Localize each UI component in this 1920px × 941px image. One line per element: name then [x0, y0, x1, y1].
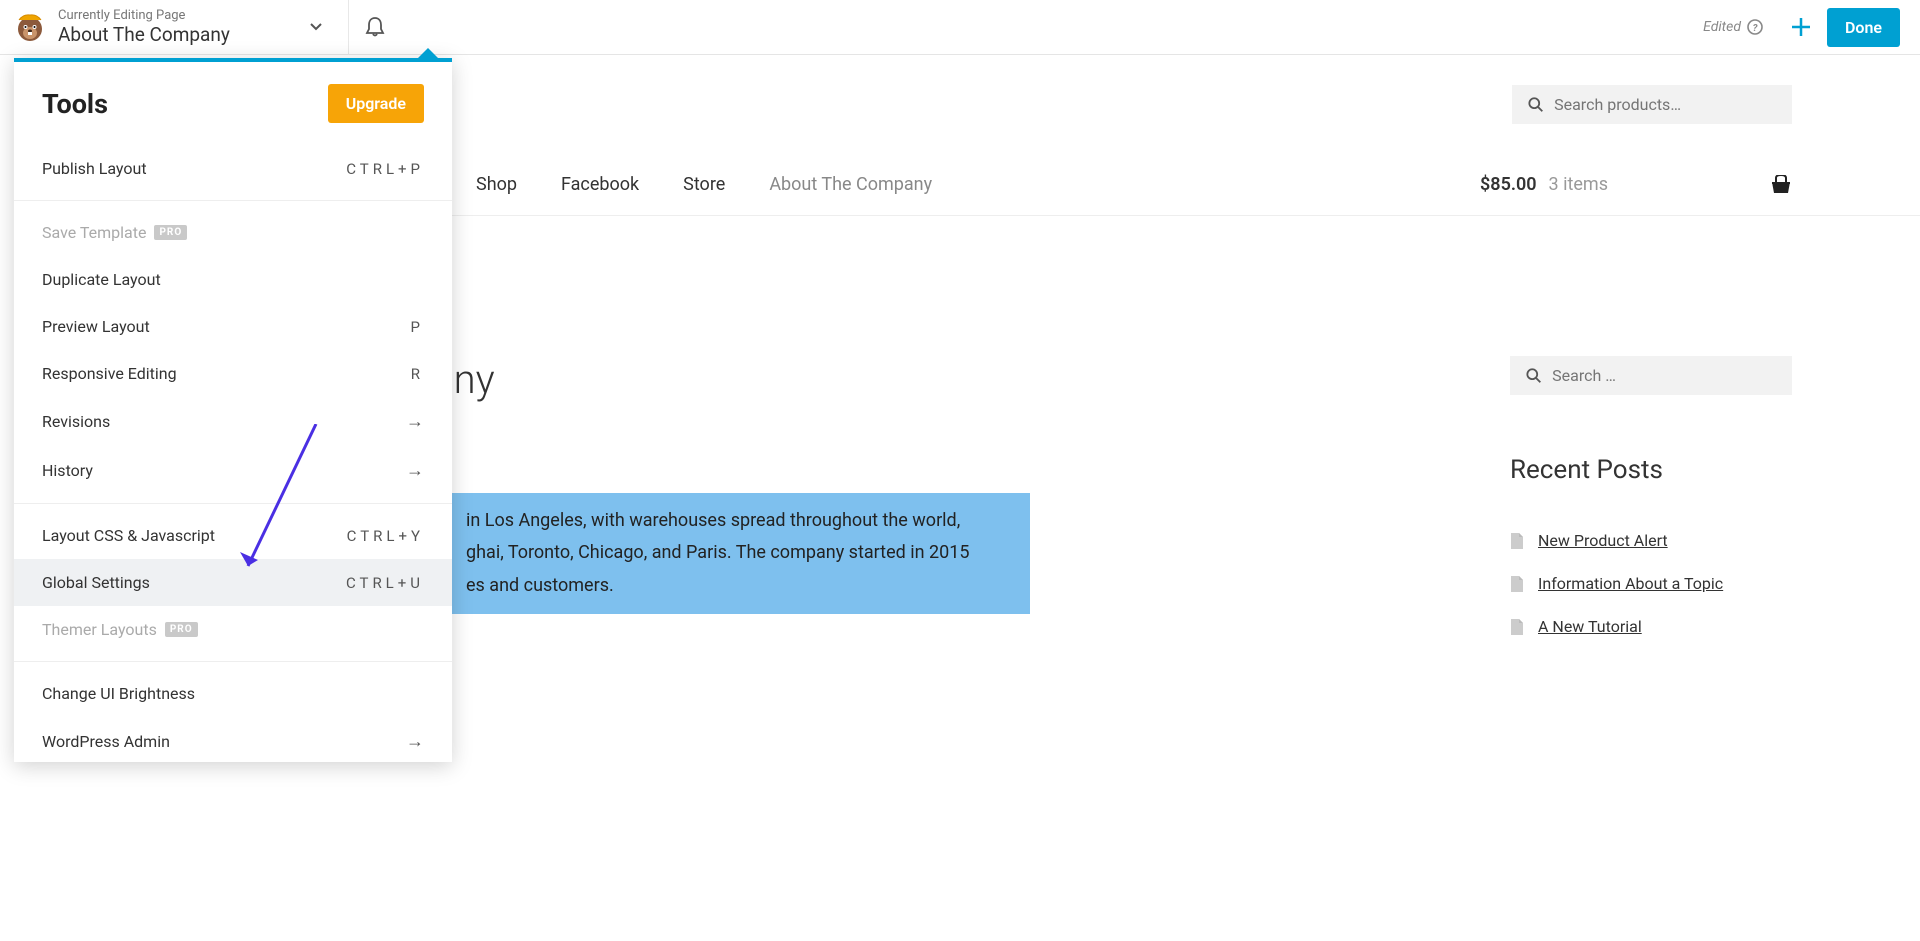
sidebar: Recent Posts New Product Alert Informati…	[1510, 356, 1920, 660]
notifications-button[interactable]	[355, 16, 395, 38]
menu-preview-layout[interactable]: Preview Layout P	[14, 303, 452, 350]
add-button[interactable]	[1775, 15, 1827, 39]
text-line: in Los Angeles, with warehouses spread t…	[466, 505, 1014, 537]
post-link[interactable]: A New Tutorial	[1538, 617, 1642, 636]
nav-shop[interactable]: Shop	[476, 174, 517, 195]
menu-label: Publish Layout	[42, 159, 147, 178]
highlighted-text[interactable]: in Los Angeles, with warehouses spread t…	[450, 493, 1030, 614]
sidebar-search[interactable]	[1510, 356, 1792, 395]
list-item: A New Tutorial	[1510, 617, 1792, 636]
separator	[348, 0, 349, 55]
list-item: New Product Alert	[1510, 531, 1792, 550]
shortcut: CTRL+Y	[347, 527, 424, 545]
chevron-down-icon	[308, 19, 324, 35]
done-button[interactable]: Done	[1827, 8, 1900, 47]
recent-posts-list: New Product Alert Information About a To…	[1510, 531, 1792, 636]
list-item: Information About a Topic	[1510, 574, 1792, 593]
page-heading: pany	[410, 356, 1430, 403]
cart[interactable]: $85.00 3 items	[1480, 174, 1792, 195]
upgrade-button[interactable]: Upgrade	[328, 84, 424, 123]
arrow-right-icon: →	[406, 460, 424, 481]
menu-revisions[interactable]: Revisions →	[14, 397, 452, 446]
page-info[interactable]: Currently Editing Page About The Company	[58, 8, 290, 46]
nav-about[interactable]: About The Company	[769, 174, 932, 195]
menu-label: Duplicate Layout	[42, 270, 161, 289]
beaver-logo	[10, 7, 50, 47]
divider	[14, 661, 452, 662]
tools-dropdown: Tools Upgrade Publish Layout CTRL+P Save…	[14, 58, 452, 762]
divider	[14, 200, 452, 201]
text-line: ghai, Toronto, Chicago, and Paris. The c…	[466, 537, 1014, 569]
dropdown-pointer	[418, 48, 438, 58]
search-products[interactable]	[1512, 85, 1792, 124]
file-icon	[1510, 576, 1524, 592]
pro-badge: PRO	[165, 622, 198, 637]
help-icon[interactable]: ?	[1747, 19, 1763, 35]
arrow-right-icon: →	[406, 731, 424, 752]
nav-store[interactable]: Store	[683, 174, 725, 195]
menu-label: Global Settings	[42, 573, 150, 592]
editing-label: Currently Editing Page	[58, 8, 230, 23]
menu-label: Responsive Editing	[42, 364, 177, 383]
page-title: About The Company	[58, 23, 230, 46]
text-line: es and customers.	[466, 570, 1014, 602]
menu-wordpress-admin[interactable]: WordPress Admin →	[14, 717, 452, 762]
menu-global-settings[interactable]: Global Settings CTRL+U	[14, 559, 452, 606]
cart-items: 3 items	[1549, 174, 1608, 195]
pro-badge: PRO	[154, 225, 187, 240]
svg-text:?: ?	[1753, 23, 1758, 34]
recent-posts-heading: Recent Posts	[1510, 455, 1792, 485]
menu-change-brightness[interactable]: Change UI Brightness	[14, 670, 452, 717]
post-link[interactable]: Information About a Topic	[1538, 574, 1723, 593]
menu-label: History	[42, 461, 93, 480]
menu-publish-layout[interactable]: Publish Layout CTRL+P	[14, 145, 452, 192]
file-icon	[1510, 619, 1524, 635]
bell-icon	[365, 16, 385, 38]
nav-facebook[interactable]: Facebook	[561, 174, 639, 195]
post-link[interactable]: New Product Alert	[1538, 531, 1668, 550]
menu-label: Revisions	[42, 412, 110, 431]
menu-label: WordPress Admin	[42, 732, 170, 751]
menu-label: Save Template	[42, 223, 146, 242]
menu-label: Preview Layout	[42, 317, 150, 336]
search-products-input[interactable]	[1554, 95, 1776, 114]
shortcut: CTRL+P	[346, 160, 424, 178]
shortcut: P	[411, 318, 424, 336]
divider	[14, 503, 452, 504]
shortcut: R	[411, 365, 424, 383]
topbar: Currently Editing Page About The Company…	[0, 0, 1920, 55]
plus-icon	[1789, 15, 1813, 39]
tools-header: Tools Upgrade	[14, 62, 452, 145]
title-chevron-button[interactable]	[290, 19, 342, 35]
menu-label: Layout CSS & Javascript	[42, 526, 215, 545]
menu-label: Change UI Brightness	[42, 684, 195, 703]
file-icon	[1510, 533, 1524, 549]
menu-history[interactable]: History →	[14, 446, 452, 495]
sidebar-search-input[interactable]	[1552, 366, 1776, 385]
search-icon	[1528, 96, 1544, 114]
edited-label: Edited	[1703, 19, 1741, 35]
arrow-right-icon: →	[406, 411, 424, 432]
nav-links: Shop Facebook Store About The Company	[476, 174, 932, 195]
shortcut: CTRL+U	[346, 574, 424, 592]
menu-themer-layouts: Themer Layouts PRO	[14, 606, 452, 653]
menu-label: Themer Layouts	[42, 620, 157, 639]
tools-title: Tools	[42, 88, 108, 120]
edited-status: Edited ?	[1703, 19, 1763, 35]
menu-save-template: Save Template PRO	[14, 209, 452, 256]
cart-price: $85.00	[1480, 174, 1537, 195]
menu-duplicate-layout[interactable]: Duplicate Layout	[14, 256, 452, 303]
menu-layout-css-js[interactable]: Layout CSS & Javascript CTRL+Y	[14, 512, 452, 559]
menu-responsive-editing[interactable]: Responsive Editing R	[14, 350, 452, 397]
search-icon	[1526, 367, 1542, 385]
basket-icon	[1770, 175, 1792, 195]
